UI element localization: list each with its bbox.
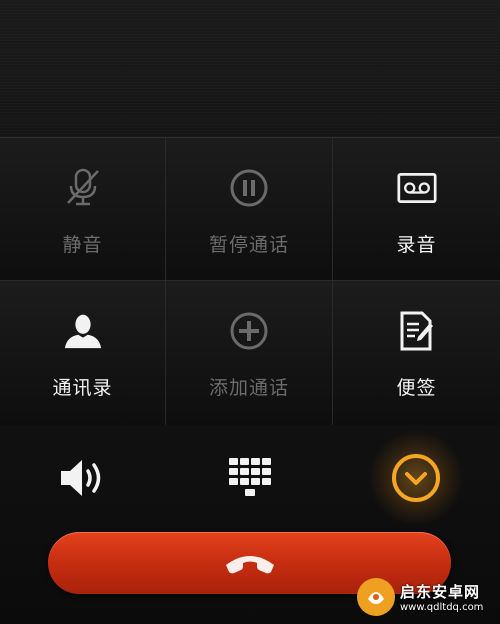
hold-call-label: 暂停通话	[208, 234, 289, 256]
dialpad-button[interactable]	[222, 450, 278, 506]
record-button[interactable]: 录音	[333, 138, 500, 281]
site-watermark: 启东安卓网 www.qdltdq.com	[356, 574, 496, 620]
add-call-icon	[229, 311, 269, 351]
collapse-button[interactable]	[388, 450, 444, 506]
add-call-button[interactable]: 添加通话	[166, 281, 333, 426]
watermark-logo-icon	[357, 578, 395, 616]
note-icon	[397, 311, 437, 351]
watermark-url: www.qdltdq.com	[400, 602, 484, 613]
mute-label: 静音	[62, 234, 103, 256]
notes-label: 便签	[396, 377, 437, 399]
speaker-icon	[61, 460, 101, 496]
notes-button[interactable]: 便签	[333, 281, 500, 426]
call-info-area	[0, 0, 500, 137]
chevron-down-icon	[392, 454, 440, 502]
record-label: 录音	[396, 234, 437, 256]
contacts-button[interactable]: 通讯录	[0, 281, 166, 426]
hold-call-button[interactable]: 暂停通话	[166, 138, 333, 281]
watermark-name: 启东安卓网	[400, 583, 481, 601]
mic-off-icon	[63, 168, 103, 208]
speaker-button[interactable]	[55, 450, 111, 506]
tape-icon	[396, 168, 437, 208]
add-call-label: 添加通话	[208, 377, 289, 399]
mute-button[interactable]: 静音	[0, 138, 166, 281]
dialpad-icon	[229, 458, 271, 496]
phone-hangup-icon	[225, 556, 274, 574]
contact-icon	[63, 311, 103, 351]
in-call-options-grid: 静音 暂停通话 录音 通讯录 添加通话 便签	[0, 137, 500, 426]
pause-icon	[229, 168, 269, 208]
contacts-label: 通讯录	[52, 377, 113, 399]
